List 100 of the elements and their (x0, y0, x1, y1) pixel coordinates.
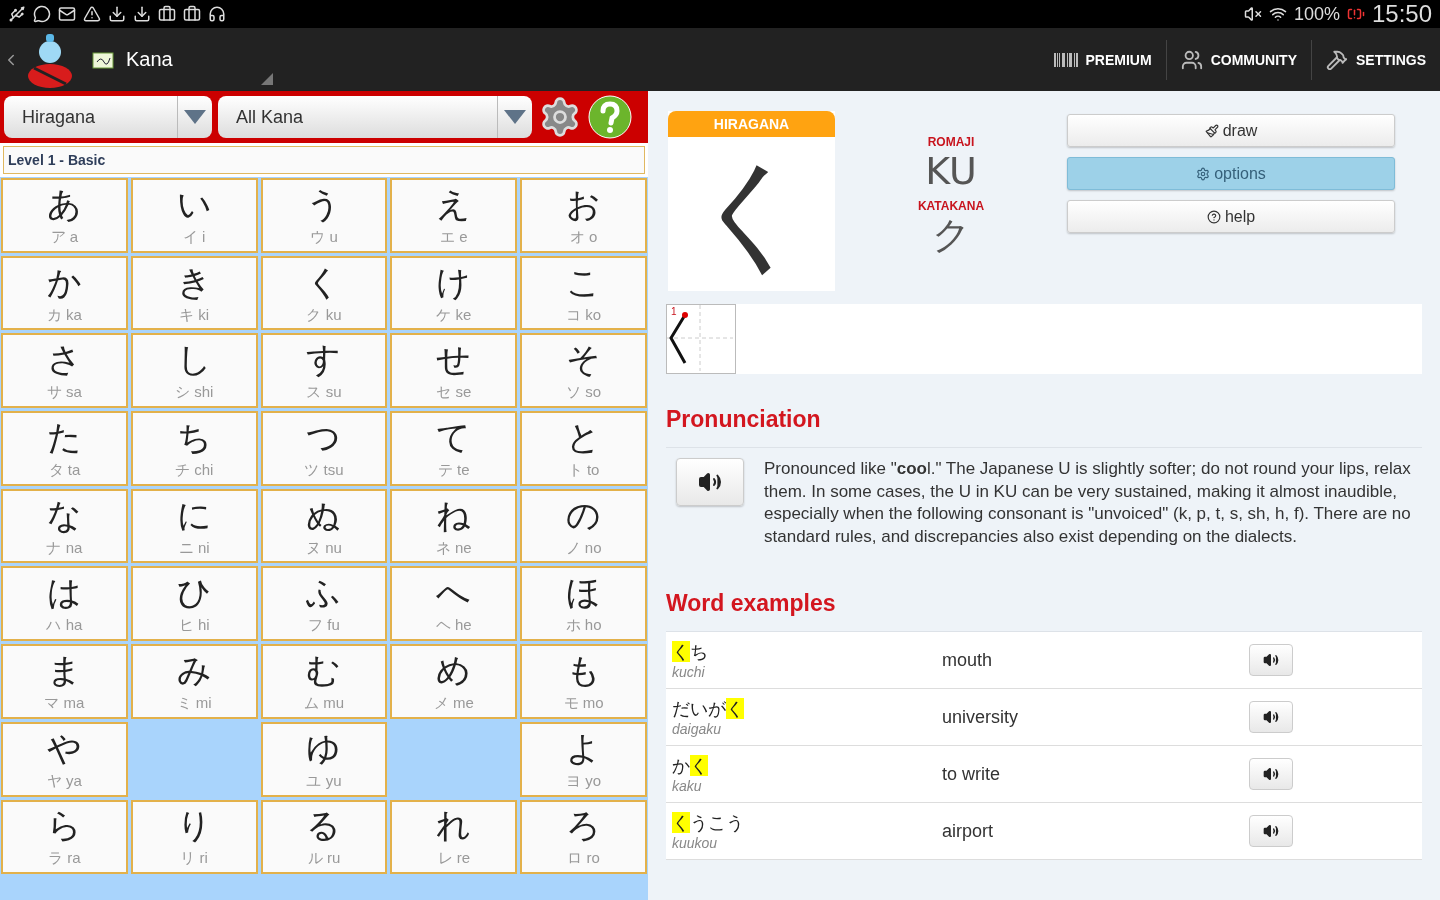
word-meaning: mouth (942, 649, 994, 671)
example-word: く うこう (672, 811, 745, 835)
kana-cell[interactable]: や ヤ ya (1, 721, 128, 797)
kana-cell[interactable]: ら ラ ra (1, 799, 128, 875)
kana-cell[interactable]: た タ ta (1, 411, 128, 486)
kana-reading: ラ ra (48, 849, 81, 869)
speaker-icon (1263, 652, 1279, 668)
large-kana: く (689, 143, 814, 285)
example-word: く ち (672, 640, 709, 664)
kana-character: む (306, 649, 342, 690)
kana-cell[interactable]: め メ me (390, 644, 518, 719)
kana-cell[interactable]: り リ ri (130, 799, 258, 875)
kana-reading: ノ no (565, 538, 602, 558)
mail-icon (58, 5, 76, 23)
kana-cell[interactable]: よ ヨ yo (520, 721, 647, 797)
kana-cell[interactable]: と ト to (520, 411, 647, 486)
barcode-icon (1053, 52, 1078, 67)
kana-character: ら (46, 805, 82, 846)
kana-reading: ス su (306, 383, 342, 403)
kana-reading: シ shi (175, 383, 214, 403)
kana-character: れ (436, 805, 472, 846)
kana-cell[interactable]: れ レ re (390, 799, 518, 875)
kana-cell[interactable]: せ セ se (390, 333, 518, 409)
kana-cell[interactable]: う ウ u (260, 178, 388, 253)
kana-cell[interactable]: け ケ ke (390, 255, 518, 331)
kana-cell[interactable]: き キ ki (130, 255, 258, 331)
kana-character: く (306, 261, 342, 302)
corner-mark-icon (260, 73, 273, 85)
kana-reading: マ ma (44, 693, 85, 713)
kana-character: う (306, 183, 342, 224)
kana-cell[interactable]: ゆ ユ yu (260, 721, 388, 797)
kana-reading: ウ u (310, 227, 338, 247)
draw-button[interactable]: draw (1067, 114, 1395, 147)
kana-cell[interactable]: み ミ mi (130, 644, 258, 719)
kana-cell[interactable]: か カ ka (1, 255, 128, 331)
kana-character: み (176, 649, 212, 690)
kana-cell[interactable]: ほ ホ ho (520, 566, 647, 642)
play-sound-button[interactable] (1249, 701, 1293, 733)
kana-cell[interactable]: く ク ku (260, 255, 388, 331)
play-sound-button[interactable] (1249, 815, 1293, 847)
kana-cell[interactable]: え エ e (390, 178, 518, 253)
kana-cell[interactable]: ぬ ヌ nu (260, 488, 388, 564)
action-button[interactable]: COMMUNITY (1165, 39, 1311, 80)
kana-character: き (176, 261, 212, 302)
kana-cell[interactable]: な ナ na (1, 488, 128, 564)
action-button[interactable]: SETTINGS (1311, 39, 1440, 80)
kana-character: な (46, 494, 82, 535)
kana-reading: ア a (50, 227, 79, 247)
romaji-label: ROMAJI (927, 135, 975, 149)
kana-cell[interactable]: つ ツ tsu (260, 411, 388, 486)
mascot-icon[interactable] (26, 31, 74, 88)
kana-cell[interactable]: の ノ no (520, 488, 647, 564)
kana-cell[interactable]: い イ i (130, 178, 258, 253)
kana-character: り (176, 805, 212, 846)
kana-reading: ツ tsu (304, 460, 344, 480)
kana-reading: テ te (437, 460, 470, 480)
kana-cell[interactable]: ろ ロ ro (520, 799, 647, 875)
kana-reading: ロ ro (567, 849, 600, 869)
kana-cell[interactable]: ち チ chi (130, 411, 258, 486)
kana-reading: ル ru (307, 849, 341, 869)
kana-character: か (46, 261, 82, 302)
kana-cell[interactable]: さ サ sa (1, 333, 128, 409)
kana-cell[interactable]: て テ te (390, 411, 518, 486)
kana-cell[interactable]: へ ヘ he (390, 566, 518, 642)
briefcase-icon (183, 5, 201, 23)
section-heading: Pronunciation (666, 406, 1422, 448)
kana-character: そ (566, 339, 602, 380)
kana-character: ぬ (306, 494, 342, 535)
kana-cell[interactable]: あ ア a (1, 178, 128, 253)
kana-cell[interactable]: こ コ ko (520, 255, 647, 331)
romaji-value: KU (925, 149, 977, 193)
kana-cell[interactable]: し シ shi (130, 333, 258, 409)
kana-cell[interactable]: は ハ ha (1, 566, 128, 642)
help-icon[interactable] (588, 95, 632, 139)
kana-character: ち (176, 416, 212, 457)
kana-character: の (566, 494, 602, 535)
settings-icon (1196, 166, 1211, 181)
help-icon (1206, 209, 1221, 224)
kana-reading: ケ ke (436, 305, 472, 325)
kana-cell[interactable]: す ス su (260, 333, 388, 409)
kana-cell[interactable]: ふ フ fu (260, 566, 388, 642)
kana-character: へ (436, 572, 472, 613)
kana-cell[interactable]: ま マ ma (1, 644, 128, 719)
kana-cell[interactable]: る ル ru (260, 799, 388, 875)
help-button[interactable]: help (1067, 200, 1395, 233)
play-sound-button[interactable] (676, 458, 744, 506)
kana-cell[interactable]: そ ソ so (520, 333, 647, 409)
script-select[interactable]: Hiragana (4, 96, 212, 138)
kana-cell[interactable]: ひ ヒ hi (130, 566, 258, 642)
play-sound-button[interactable] (1249, 644, 1293, 676)
kana-cell[interactable]: に ニ ni (130, 488, 258, 564)
set-select[interactable]: All Kana (218, 96, 532, 138)
play-sound-button[interactable] (1249, 758, 1293, 790)
kana-character: と (566, 416, 602, 457)
kana-cell[interactable]: も モ mo (520, 644, 647, 719)
kana-cell[interactable]: む ム mu (260, 644, 388, 719)
kana-cell[interactable]: ね ネ ne (390, 488, 518, 564)
action-button[interactable]: PREMIUM (1039, 39, 1166, 80)
options-button[interactable]: options (1067, 157, 1395, 190)
kana-cell[interactable]: お オ o (520, 178, 647, 253)
